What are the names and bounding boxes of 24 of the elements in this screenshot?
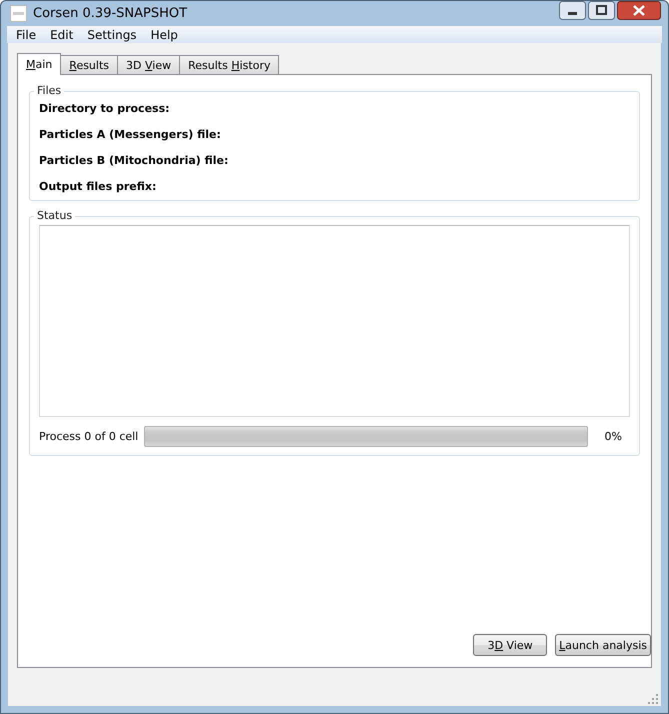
field-label: Particles B (Mitochondria) file: <box>39 153 230 169</box>
window-title: Corsen 0.39-SNAPSHOT <box>33 6 188 22</box>
group-title: Files <box>34 84 64 97</box>
field-label: Directory to process: <box>39 101 171 117</box>
app-icon <box>10 5 27 22</box>
group-title: Status <box>34 209 76 222</box>
progress-label: Process 0 of 0 cell <box>39 430 138 443</box>
progress-percent: 0% <box>604 430 622 443</box>
menu-item[interactable]: File <box>9 28 44 42</box>
tab[interactable]: Results History <box>179 55 280 74</box>
close-icon[interactable] <box>617 1 661 20</box>
minimize-icon[interactable] <box>559 1 586 20</box>
menu-item[interactable]: Edit <box>43 28 80 42</box>
launch-analysis-button[interactable]: Launch analysis <box>555 634 651 656</box>
tab[interactable]: 3D View <box>117 55 180 74</box>
resize-grip-icon[interactable] <box>648 694 658 704</box>
menu-item[interactable]: Settings <box>80 28 144 42</box>
field-label: Particles A (Messengers) file: <box>39 127 222 143</box>
tab[interactable]: Main <box>17 53 62 75</box>
view-3d-button[interactable]: 3D View <box>473 634 548 656</box>
tab[interactable]: Results <box>60 55 118 74</box>
maximize-icon[interactable] <box>588 1 615 20</box>
menu-item[interactable]: Help <box>144 28 185 42</box>
field-label: Output files prefix: <box>39 179 158 195</box>
